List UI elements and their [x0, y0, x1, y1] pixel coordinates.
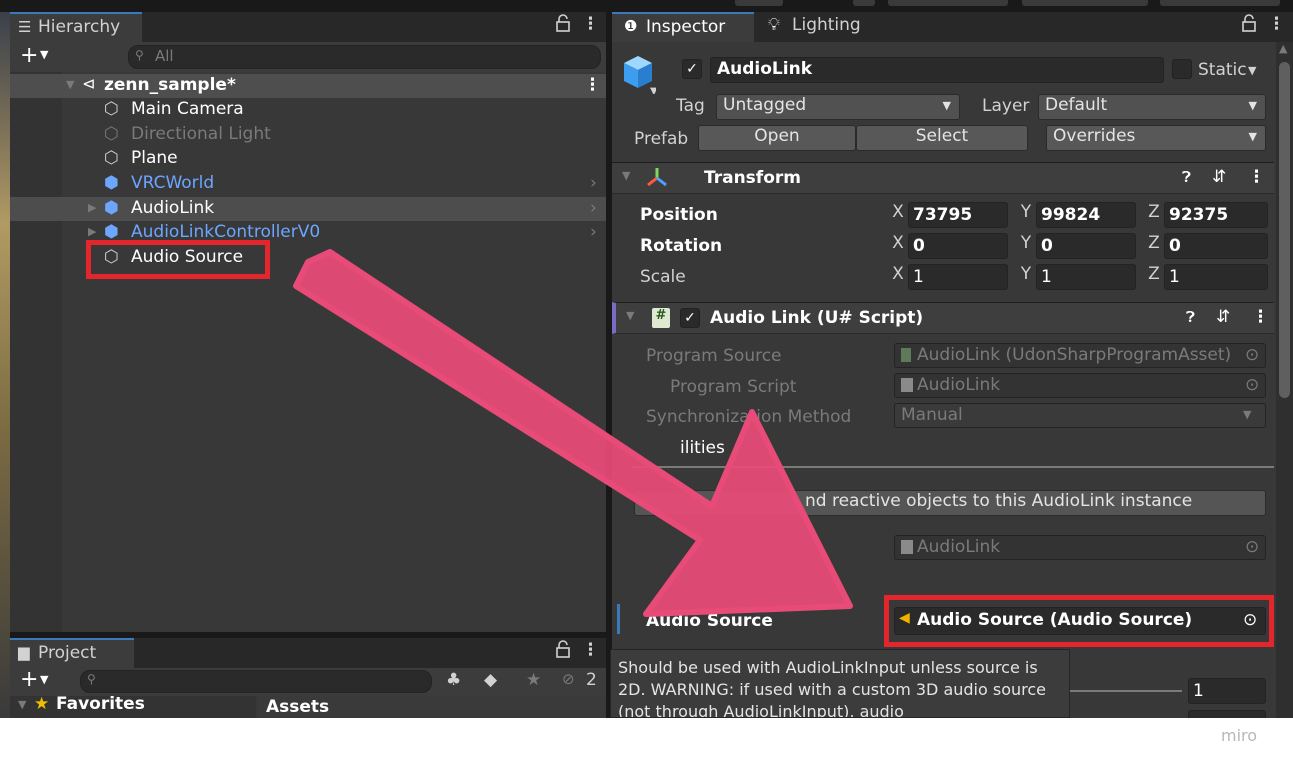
- annotation-arrow: [293, 249, 853, 617]
- miro-watermark: miro: [1221, 726, 1258, 745]
- unity-editor: ☰ Hierarchy ⋮ + ▼ ⚲ All ▼ ⊲ zenn_sample*…: [0, 0, 1293, 718]
